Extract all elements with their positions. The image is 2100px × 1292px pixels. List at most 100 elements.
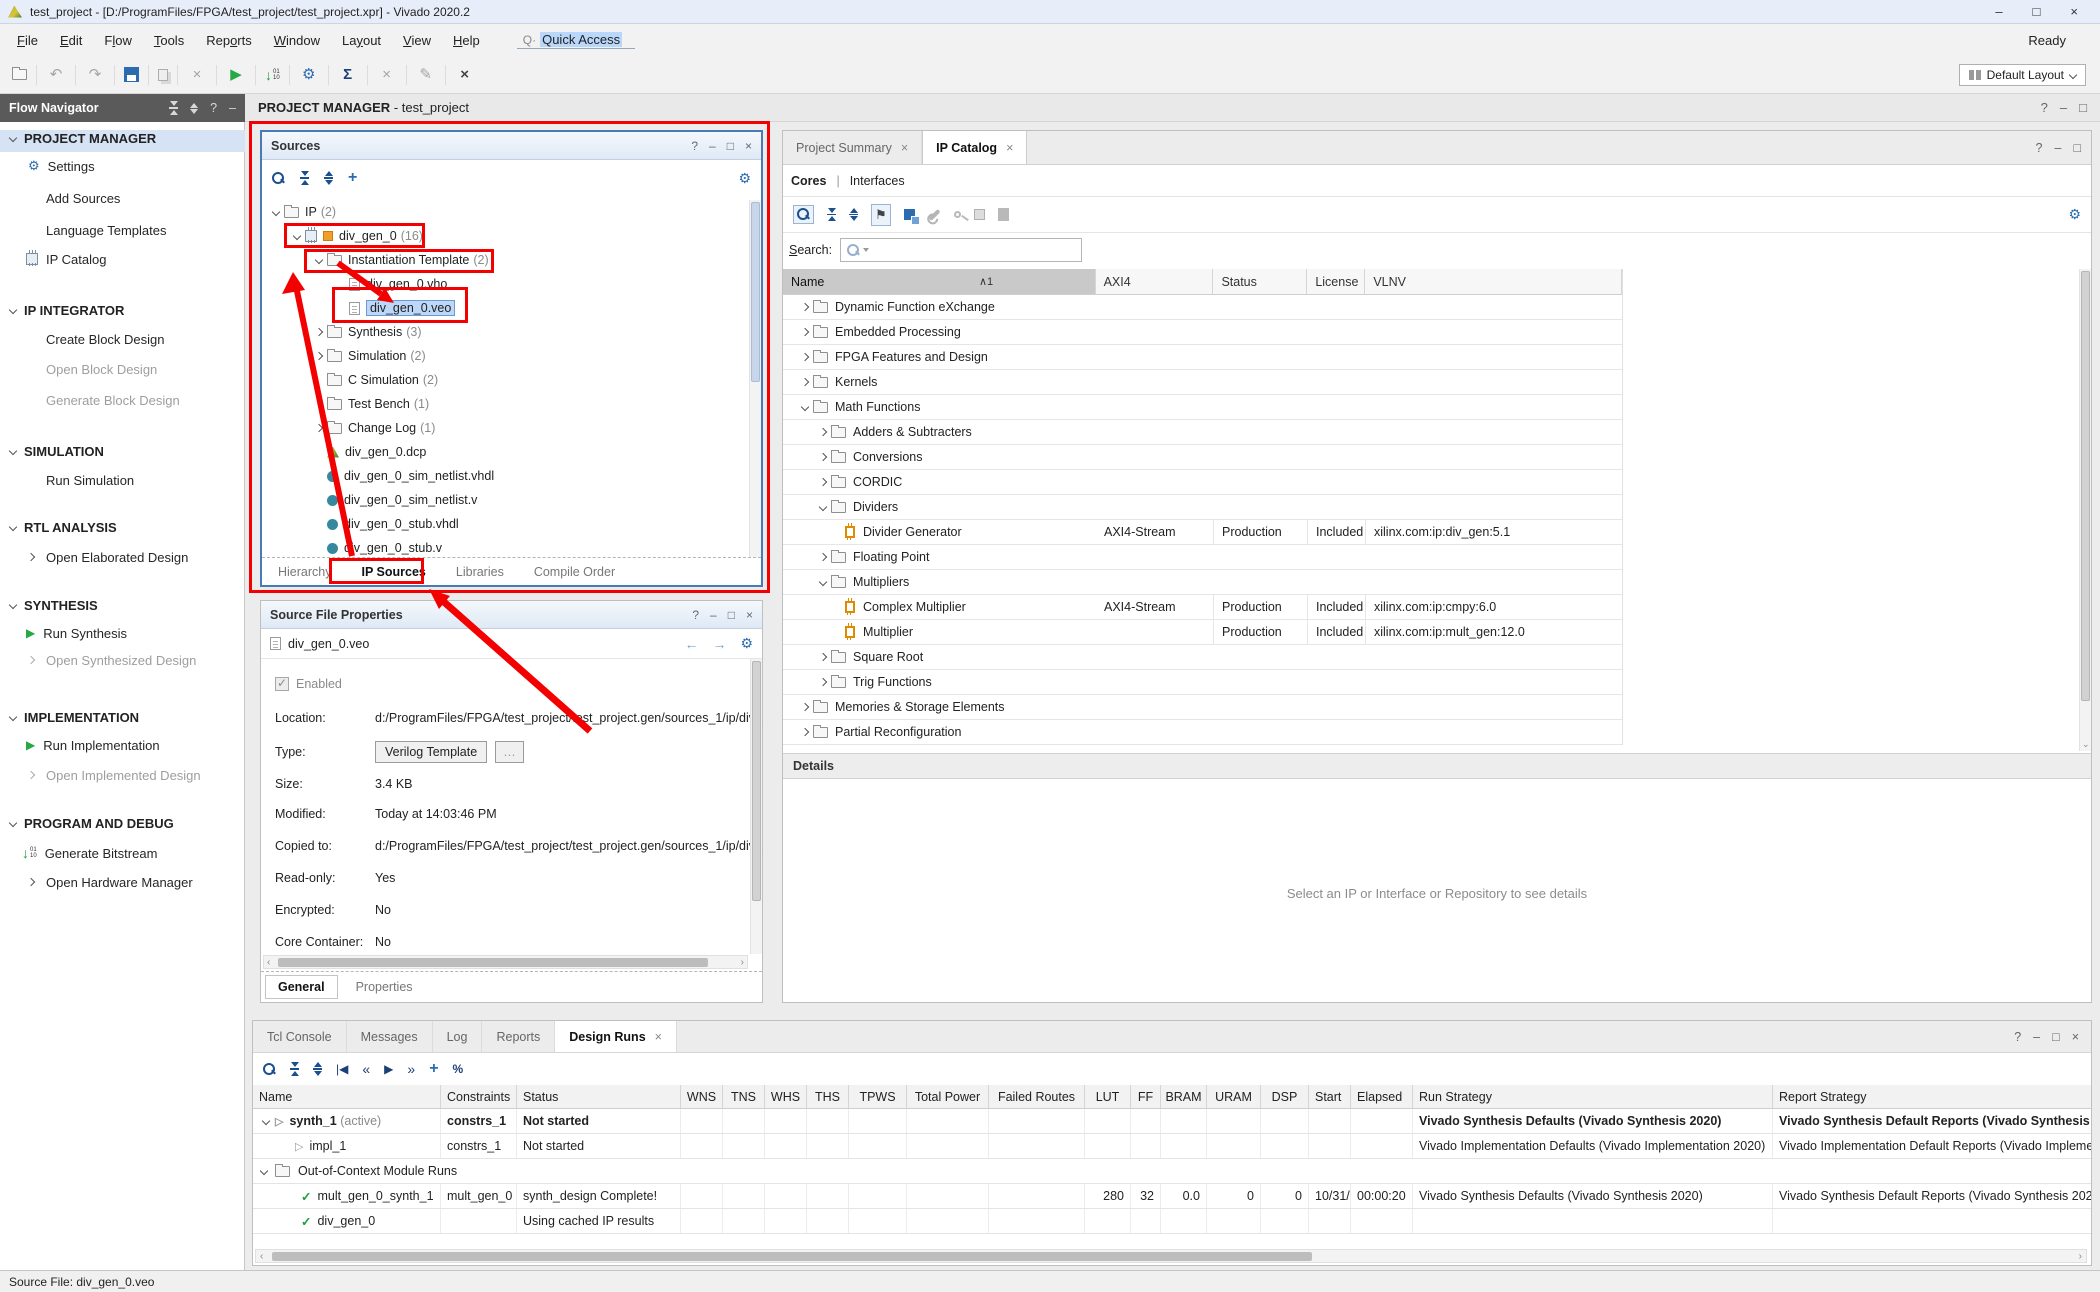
column-header[interactable]: LUT bbox=[1085, 1085, 1131, 1109]
column-header[interactable]: Name bbox=[253, 1085, 441, 1109]
section-rtl-analysis[interactable]: RTL ANALYSIS bbox=[10, 517, 117, 537]
catalog-category-row[interactable]: Floating Point bbox=[783, 545, 1622, 570]
column-header-axi4[interactable]: AXI4 bbox=[1096, 269, 1214, 295]
percent-icon[interactable]: % bbox=[453, 1062, 464, 1076]
tab-messages[interactable]: Messages bbox=[347, 1021, 433, 1052]
menu-window[interactable]: Window bbox=[263, 29, 331, 52]
sidebar-item-language-templates[interactable]: Language Templates bbox=[46, 220, 166, 240]
redo-icon[interactable]: ↷ bbox=[85, 65, 105, 85]
help-icon[interactable]: ? bbox=[210, 101, 217, 115]
type-dropdown-button[interactable]: Verilog Template bbox=[375, 741, 487, 763]
catalog-category-row[interactable]: Conversions bbox=[783, 445, 1622, 470]
chevron-down-icon[interactable] bbox=[315, 256, 323, 264]
runs-hscrollbar[interactable]: ‹› bbox=[255, 1249, 2087, 1263]
scroll-right-icon[interactable]: › bbox=[2075, 1251, 2086, 1262]
sidebar-item-settings[interactable]: ⚙Settings bbox=[28, 156, 95, 176]
help-icon[interactable]: ? bbox=[691, 139, 698, 153]
filter-icon[interactable]: ⚑ bbox=[871, 204, 891, 226]
search-icon[interactable] bbox=[263, 1063, 276, 1076]
sidebar-item-run-synthesis[interactable]: ▶Run Synthesis bbox=[26, 623, 127, 643]
tree-item-test-bench[interactable]: Test Bench(1) bbox=[262, 392, 749, 416]
chevron-right-icon[interactable] bbox=[315, 328, 323, 336]
ip-settings-icon[interactable] bbox=[974, 209, 985, 220]
run-icon[interactable]: ▶ bbox=[226, 65, 246, 85]
sidebar-item-create-block-design[interactable]: Create Block Design bbox=[46, 329, 165, 349]
column-header[interactable]: TPWS bbox=[849, 1085, 907, 1109]
subtab-cores[interactable]: Cores bbox=[791, 174, 826, 188]
tree-item-simulation[interactable]: Simulation(2) bbox=[262, 344, 749, 368]
close-panel-icon[interactable]: × bbox=[745, 139, 752, 153]
column-header[interactable]: WNS bbox=[681, 1085, 723, 1109]
chevron-right-icon[interactable] bbox=[315, 352, 323, 360]
close-tab-icon[interactable]: × bbox=[901, 141, 908, 155]
license-key-icon[interactable] bbox=[954, 211, 961, 218]
menu-file[interactable]: File bbox=[6, 29, 49, 52]
report-sum-icon[interactable]: Σ bbox=[338, 65, 358, 85]
run-group-row-ooc[interactable]: Out-of-Context Module Runs bbox=[253, 1159, 2091, 1184]
float-panel-icon[interactable]: □ bbox=[2073, 141, 2081, 155]
tab-log[interactable]: Log bbox=[433, 1021, 483, 1052]
scroll-left-icon[interactable]: ‹ bbox=[256, 1251, 267, 1262]
help-icon[interactable]: ? bbox=[2041, 100, 2048, 115]
minimize-workspace-icon[interactable]: – bbox=[2060, 100, 2067, 115]
column-header[interactable]: THS bbox=[807, 1085, 849, 1109]
section-implementation[interactable]: IMPLEMENTATION bbox=[10, 707, 139, 727]
help-icon[interactable]: ? bbox=[692, 608, 699, 622]
column-header[interactable]: Status bbox=[517, 1085, 681, 1109]
tab-ip-sources[interactable]: IP Sources bbox=[350, 561, 438, 583]
float-panel-icon[interactable]: □ bbox=[727, 139, 734, 153]
catalog-ip-row-complex-multiplier[interactable]: Complex Multiplier AXI4-Stream Productio… bbox=[783, 595, 1622, 620]
tree-item-synthesis[interactable]: Synthesis(3) bbox=[262, 320, 749, 344]
minimize-panel-icon[interactable]: – bbox=[709, 139, 716, 153]
tree-item-ip[interactable]: IP(2) bbox=[262, 200, 749, 224]
delete-icon[interactable]: × bbox=[187, 65, 207, 85]
minimize-panel-icon[interactable]: – bbox=[2054, 141, 2061, 155]
column-header-vlnv[interactable]: VLNV bbox=[1365, 269, 1622, 295]
catalog-ip-row-divider-generator[interactable]: Divider Generator AXI4-Stream Production… bbox=[783, 520, 1622, 545]
sidebar-item-open-hardware-manager[interactable]: Open Hardware Manager bbox=[28, 872, 193, 892]
help-icon[interactable]: ? bbox=[2014, 1030, 2021, 1044]
tree-item-div-gen-0-veo[interactable]: div_gen_0.veo bbox=[262, 296, 749, 320]
catalog-category-row[interactable]: Memories & Storage Elements bbox=[783, 695, 1622, 720]
gear-icon[interactable]: ⚙ bbox=[738, 170, 751, 187]
menu-help[interactable]: Help bbox=[442, 29, 491, 52]
column-header-license[interactable]: License bbox=[1307, 269, 1365, 295]
sidebar-item-open-block-design[interactable]: Open Block Design bbox=[46, 359, 157, 379]
undo-icon[interactable]: ↶ bbox=[46, 65, 66, 85]
column-header[interactable]: Elapsed bbox=[1351, 1085, 1413, 1109]
gear-icon[interactable]: ⚙ bbox=[2068, 206, 2081, 223]
gear-icon[interactable]: ⚙ bbox=[740, 635, 753, 652]
column-header[interactable]: BRAM bbox=[1161, 1085, 1207, 1109]
tree-item-div-gen-0-vho[interactable]: div_gen_0.vho bbox=[262, 272, 749, 296]
chevron-down-icon[interactable] bbox=[293, 232, 301, 240]
run-row-div-gen-0[interactable]: ✓div_gen_0 Using cached IP results bbox=[253, 1209, 2091, 1234]
tab-general[interactable]: General bbox=[265, 975, 338, 999]
menu-reports[interactable]: Reports bbox=[195, 29, 263, 52]
search-input[interactable] bbox=[840, 238, 1082, 262]
scrollbar-thumb[interactable] bbox=[2081, 271, 2090, 701]
section-program-and-debug[interactable]: PROGRAM AND DEBUG bbox=[10, 813, 174, 833]
abort-icon[interactable]: × bbox=[455, 65, 475, 85]
catalog-category-row[interactable]: Dynamic Function eXchange bbox=[783, 295, 1622, 320]
catalog-category-row[interactable]: CORDIC bbox=[783, 470, 1622, 495]
disabled-tool-icon[interactable] bbox=[998, 208, 1009, 221]
back-arrow-icon[interactable]: ← bbox=[684, 636, 698, 652]
run-row-impl-1[interactable]: ▷impl_1 constrs_1 Not started Vivado Imp… bbox=[253, 1134, 2091, 1159]
tree-item-change-log[interactable]: Change Log(1) bbox=[262, 416, 749, 440]
section-project-manager[interactable]: PROJECT MANAGER bbox=[10, 128, 156, 148]
catalog-category-row[interactable]: Square Root bbox=[783, 645, 1622, 670]
menu-flow[interactable]: Flow bbox=[93, 29, 142, 52]
minimize-panel-icon[interactable]: – bbox=[2033, 1030, 2040, 1044]
close-tab-icon[interactable]: × bbox=[1006, 141, 1013, 155]
tree-item-div-gen-0-dcp[interactable]: div_gen_0.dcp bbox=[262, 440, 749, 464]
column-header[interactable]: Constraints bbox=[441, 1085, 517, 1109]
catalog-scrollbar[interactable]: ⌄ bbox=[2079, 269, 2091, 751]
scroll-right-icon[interactable]: › bbox=[738, 957, 747, 968]
sidebar-item-ip-catalog[interactable]: IP Catalog bbox=[26, 249, 106, 269]
catalog-category-row[interactable]: Partial Reconfiguration bbox=[783, 720, 1622, 745]
forward-arrow-icon[interactable]: → bbox=[712, 636, 726, 652]
section-synthesis[interactable]: SYNTHESIS bbox=[10, 595, 98, 615]
chevron-down-icon[interactable] bbox=[801, 403, 809, 411]
catalog-ip-row-multiplier[interactable]: Multiplier Production Included xilinx.co… bbox=[783, 620, 1622, 645]
chevron-down-icon[interactable] bbox=[272, 208, 280, 216]
